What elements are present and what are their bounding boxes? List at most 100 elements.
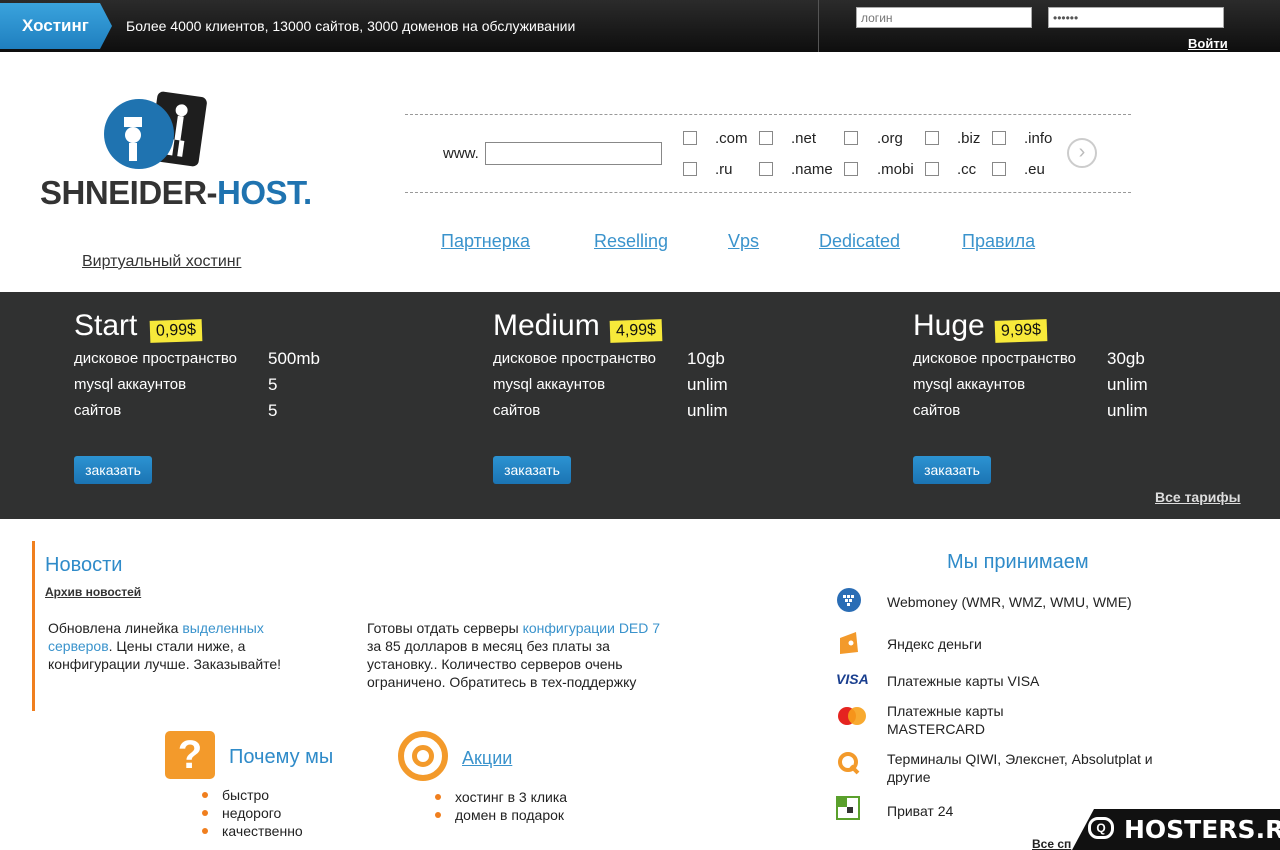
promo-link[interactable]: Акции [462, 748, 512, 769]
domain-divider-top [405, 114, 1131, 115]
zone-checkbox[interactable] [925, 131, 939, 145]
payment-method: Webmoney (WMR, WMZ, WMU, WME) [887, 594, 1132, 610]
plan-name: Huge [913, 309, 985, 342]
news-link[interactable]: конфигурации DED 7 [523, 620, 660, 636]
zone-label: .com [715, 130, 748, 147]
payment-method: Платежные карты VISA [887, 673, 1040, 689]
logo-text-blue: HOST. [217, 174, 312, 211]
top-tagline: Более 4000 клиентов, 13000 сайтов, 3000 … [126, 18, 576, 34]
target-icon [398, 731, 448, 781]
nav-rules[interactable]: Правила [962, 231, 1035, 252]
plan-price-badge: 0,99$ [149, 319, 203, 343]
chat-bubble-icon: Q [1088, 817, 1114, 839]
zone-label: .cc [957, 161, 977, 178]
plan-price-badge: 4,99$ [609, 319, 663, 343]
news-archive-link[interactable]: Архив новостей [45, 585, 141, 599]
virtual-hosting-link[interactable]: Виртуальный хостинг [82, 253, 241, 271]
order-button[interactable]: заказать [913, 456, 991, 484]
plan-feature-value: unlim [1107, 401, 1148, 420]
logo-circle-graphic [104, 99, 174, 169]
zone-label: .eu [1024, 161, 1045, 178]
payments-title: Мы принимаем [947, 551, 1089, 573]
news-accent-bar [32, 541, 35, 711]
zone-checkbox[interactable] [683, 162, 697, 176]
plan-feature-label: mysql аккаунтов [913, 376, 1026, 393]
why-us-list: быстро недорого качественно [202, 786, 303, 840]
login-button[interactable]: Войти [1188, 36, 1228, 51]
plan-price-badge: 9,99$ [994, 319, 1048, 343]
news-text: Готовы отдать серверы [367, 620, 523, 636]
domain-input[interactable] [485, 142, 662, 165]
topbar-divider [818, 0, 819, 52]
domain-search-arrow-icon[interactable]: › [1067, 138, 1097, 168]
zone-checkbox[interactable] [992, 131, 1006, 145]
mastercard-icon [836, 705, 866, 729]
plan-feature-label: дисковое пространство [493, 350, 657, 367]
nav-partnerka[interactable]: Партнерка [441, 231, 530, 252]
payment-method: Платежные карты MASTERCARD [887, 703, 1004, 737]
payment-method: Приват 24 [887, 803, 954, 819]
plan-feature-value: 5 [268, 401, 278, 420]
order-button[interactable]: заказать [493, 456, 571, 484]
zone-label: .biz [957, 130, 981, 147]
payment-method: Терминалы QIWI, Элекснет, Absolutplat и … [887, 751, 1153, 785]
zone-checkbox[interactable] [844, 162, 858, 176]
plan-feature-value: unlim [687, 375, 728, 394]
plan-name: Medium [493, 309, 600, 342]
zone-label: .net [791, 130, 817, 147]
plan-feature-value: 500mb [268, 349, 320, 368]
plan-feature-label: mysql аккаунтов [74, 376, 187, 393]
password-input[interactable] [1048, 7, 1224, 28]
visa-icon: VISA [836, 671, 869, 687]
qiwi-icon [836, 750, 862, 775]
list-item: домен в подарок [435, 806, 567, 824]
order-button[interactable]: заказать [74, 456, 152, 484]
plan-feature-label: сайтов [493, 402, 541, 419]
nav-vps[interactable]: Vps [728, 231, 759, 252]
nav-reselling[interactable]: Reselling [594, 231, 668, 252]
plan-feature-label: mysql аккаунтов [493, 376, 606, 393]
webmoney-icon [836, 587, 862, 612]
zone-label: .mobi [877, 161, 914, 178]
zone-label: .ru [715, 161, 733, 178]
yandex-money-icon [836, 630, 862, 654]
list-item: хостинг в 3 клика [435, 788, 567, 806]
hosting-tab[interactable]: Хостинг [0, 3, 112, 49]
privat24-icon [836, 796, 862, 820]
nav-dedicated[interactable]: Dedicated [819, 231, 900, 252]
news-text: Обновлена линейка [48, 620, 183, 636]
zone-checkbox[interactable] [683, 131, 697, 145]
domain-divider-bottom [405, 192, 1131, 193]
plan-feature-value: unlim [1107, 375, 1148, 394]
login-input[interactable] [856, 7, 1032, 28]
zone-checkbox[interactable] [844, 131, 858, 145]
promo-list: хостинг в 3 клика домен в подарок [435, 788, 567, 824]
logo[interactable]: SHNEIDER-HOST. [40, 174, 312, 212]
plan-feature-label: сайтов [913, 402, 961, 419]
list-item: быстро [202, 786, 303, 804]
list-item: недорого [202, 804, 303, 822]
question-icon: ? [165, 731, 215, 779]
why-us-title: Почему мы [229, 746, 334, 768]
news-text: за 85 долларов в месяц без платы за уста… [367, 638, 637, 690]
zone-label: .name [791, 161, 833, 178]
payment-method: Яндекс деньги [887, 636, 982, 652]
plan-feature-value: 10gb [687, 349, 725, 368]
plan-feature-label: сайтов [74, 402, 122, 419]
news-item: Готовы отдать серверы конфигурации DED 7… [367, 619, 677, 691]
plan-feature-label: дисковое пространство [74, 350, 238, 367]
all-payment-methods-link[interactable]: Все сп [1032, 837, 1071, 850]
zone-checkbox[interactable] [992, 162, 1006, 176]
zone-label: .info [1024, 130, 1053, 147]
plan-feature-value: unlim [687, 401, 728, 420]
zone-checkbox[interactable] [759, 131, 773, 145]
list-item: качественно [202, 822, 303, 840]
plan-feature-value: 5 [268, 375, 278, 394]
zone-checkbox[interactable] [925, 162, 939, 176]
zone-checkbox[interactable] [759, 162, 773, 176]
news-item: Обновлена линейка выделенных серверов. Ц… [48, 619, 308, 673]
zone-label: .org [877, 130, 903, 147]
all-plans-link[interactable]: Все тарифы [1155, 489, 1241, 505]
plan-name: Start [74, 309, 138, 342]
news-title: Новости [45, 554, 123, 576]
